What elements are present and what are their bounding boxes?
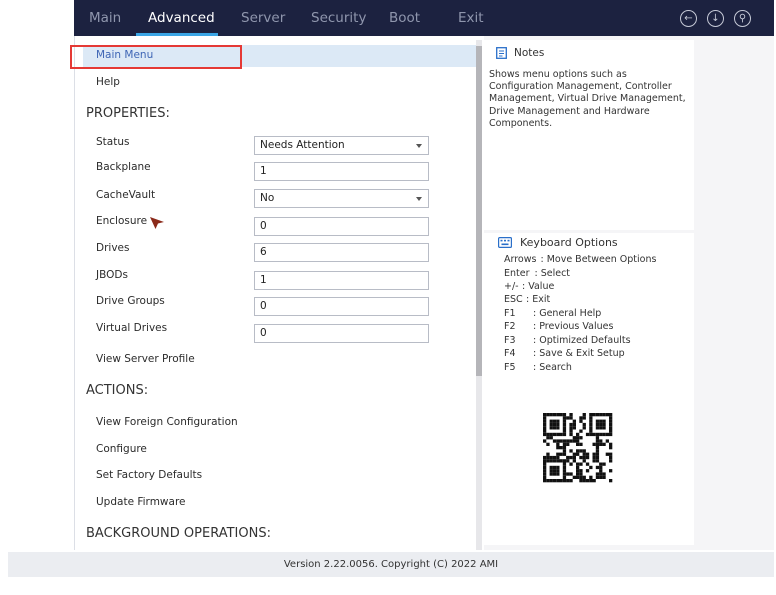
status-select[interactable]: Needs Attention	[254, 136, 429, 155]
drive-groups-label: Drive Groups	[96, 295, 165, 307]
configure-link[interactable]: Configure	[96, 443, 147, 455]
chevron-down-icon	[416, 144, 422, 148]
notes-icon	[496, 47, 507, 59]
drive-groups-field[interactable]: 0	[254, 297, 429, 316]
kb-option: +/-: Value	[504, 281, 555, 292]
tab-boot[interactable]: Boot	[389, 10, 420, 26]
kb-option: F5: Search	[504, 362, 572, 373]
drives-label: Drives	[96, 242, 130, 254]
jbods-field[interactable]: 1	[254, 271, 429, 290]
cachevault-select[interactable]: No	[254, 189, 429, 208]
drives-field[interactable]: 6	[254, 243, 429, 262]
scrollbar-thumb[interactable]	[476, 46, 482, 376]
kb-option: Enter: Select	[504, 268, 571, 279]
properties-heading: PROPERTIES:	[86, 106, 170, 121]
back-arrow-icon[interactable]: ←	[680, 10, 697, 27]
keyboard-icon	[498, 237, 512, 248]
backplane-field[interactable]: 1	[254, 162, 429, 181]
tab-advanced[interactable]: Advanced	[148, 10, 215, 26]
kb-option: F2: Previous Values	[504, 321, 614, 332]
kb-option: Arrows: Move Between Options	[504, 254, 657, 265]
enclosure-label: Enclosure	[96, 215, 148, 227]
view-server-profile-link[interactable]: View Server Profile	[96, 353, 195, 365]
kb-option: F1: General Help	[504, 308, 602, 319]
footer-version: Version 2.22.0056. Copyright (C) 2022 AM…	[8, 552, 774, 577]
cachevault-label: CacheVault	[96, 189, 156, 201]
tab-server[interactable]: Server	[241, 10, 285, 26]
keyboard-options-box	[484, 233, 694, 545]
tab-security[interactable]: Security	[311, 10, 366, 26]
notes-text: Shows menu options such as Configuration…	[489, 69, 686, 129]
kb-option: ESC: Exit	[504, 294, 551, 305]
virtual-drives-label: Virtual Drives	[96, 322, 168, 334]
update-firmware-link[interactable]: Update Firmware	[96, 496, 186, 508]
tab-exit[interactable]: Exit	[458, 10, 484, 26]
qr-code	[533, 405, 623, 493]
background-operations-heading: BACKGROUND OPERATIONS:	[86, 526, 271, 541]
help-link[interactable]: Help	[96, 76, 120, 88]
virtual-drives-field[interactable]: 0	[254, 324, 429, 343]
kb-option: F4: Save & Exit Setup	[504, 348, 625, 359]
vertical-scrollbar[interactable]	[476, 40, 482, 550]
jbods-label: JBODs	[96, 269, 128, 281]
view-foreign-configuration-link[interactable]: View Foreign Configuration	[96, 416, 238, 428]
backplane-label: Backplane	[96, 161, 151, 173]
kb-option: F3: Optimized Defaults	[504, 335, 631, 346]
cachevault-value: No	[260, 192, 275, 204]
status-value: Needs Attention	[260, 139, 345, 151]
notes-title: Notes	[514, 47, 545, 59]
keyboard-options-title: Keyboard Options	[520, 236, 618, 249]
enclosure-field[interactable]: 0	[254, 217, 429, 236]
status-label: Status	[96, 136, 130, 148]
set-factory-defaults-link[interactable]: Set Factory Defaults	[96, 469, 202, 481]
mouse-cursor-icon	[150, 217, 164, 229]
search-icon[interactable]: ⚲	[734, 10, 751, 27]
chevron-down-icon	[416, 197, 422, 201]
qr-code-image	[543, 413, 613, 483]
tab-main[interactable]: Main	[89, 10, 121, 26]
selection-box	[70, 45, 242, 69]
download-icon[interactable]: ↓	[707, 10, 724, 27]
actions-heading: ACTIONS:	[86, 383, 149, 398]
